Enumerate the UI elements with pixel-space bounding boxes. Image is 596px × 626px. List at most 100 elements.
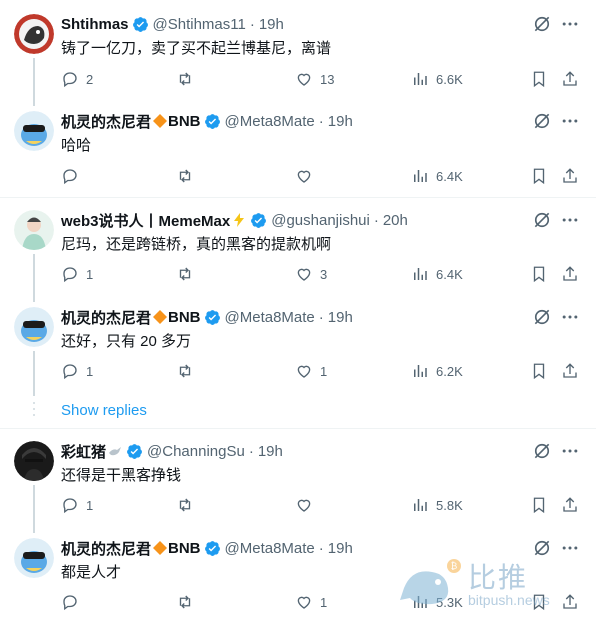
timestamp[interactable]: 19h bbox=[328, 309, 353, 326]
svg-text:₿: ₿ bbox=[451, 561, 458, 571]
avatar[interactable] bbox=[14, 307, 54, 347]
grok-icon[interactable] bbox=[532, 14, 552, 34]
display-name[interactable]: web3说书人丨MemeMax bbox=[61, 210, 230, 231]
display-name[interactable]: Shtihmas bbox=[61, 16, 129, 33]
tweet-header: 机灵的杰尼君 BNB @Meta8Mate · 19h bbox=[61, 111, 353, 131]
retweet-button[interactable] bbox=[176, 69, 201, 89]
user-handle[interactable]: @Meta8Mate bbox=[225, 309, 315, 326]
avatar[interactable] bbox=[14, 210, 54, 250]
more-options-icon[interactable] bbox=[560, 307, 580, 327]
lightning-emoji-icon bbox=[234, 213, 245, 227]
reply-button[interactable]: 1 bbox=[61, 495, 93, 515]
grok-icon[interactable] bbox=[532, 210, 552, 230]
display-name[interactable]: 机灵的杰尼君 bbox=[61, 111, 151, 132]
bookmark-icon bbox=[533, 594, 545, 611]
retweet-button[interactable] bbox=[176, 361, 201, 381]
retweet-button[interactable] bbox=[176, 495, 201, 515]
share-button[interactable] bbox=[561, 361, 586, 381]
avatar[interactable] bbox=[14, 441, 54, 481]
bookmark-icon bbox=[533, 168, 545, 185]
share-button[interactable] bbox=[561, 495, 586, 515]
more-options-icon[interactable] bbox=[560, 210, 580, 230]
bookmark-button[interactable] bbox=[530, 592, 555, 612]
views-button[interactable]: 6.4K bbox=[411, 166, 463, 186]
verified-badge-icon bbox=[127, 443, 142, 459]
verified-badge-icon bbox=[204, 113, 220, 129]
retweet-button[interactable] bbox=[176, 264, 201, 284]
display-name[interactable]: 机灵的杰尼君 bbox=[61, 307, 151, 328]
reply-button[interactable]: 1 bbox=[61, 264, 93, 284]
more-options-icon[interactable] bbox=[560, 14, 580, 34]
timestamp[interactable]: 19h bbox=[328, 540, 353, 557]
timestamp[interactable]: 19h bbox=[258, 443, 283, 460]
display-name[interactable]: 彩虹猪 bbox=[61, 441, 106, 462]
like-button[interactable] bbox=[295, 495, 320, 515]
share-icon bbox=[563, 594, 577, 609]
like-button[interactable]: 3 bbox=[295, 264, 327, 284]
grok-icon[interactable] bbox=[532, 111, 552, 131]
avatar[interactable] bbox=[14, 538, 54, 578]
retweet-icon bbox=[179, 498, 191, 512]
diamond-emoji-icon bbox=[153, 541, 168, 555]
more-options-icon[interactable] bbox=[560, 111, 580, 131]
diamond-emoji-icon bbox=[153, 114, 168, 128]
heart-icon bbox=[297, 268, 311, 281]
views-button[interactable]: 5.8K bbox=[411, 495, 463, 515]
avatar[interactable] bbox=[14, 14, 54, 54]
like-button[interactable]: 1 bbox=[295, 361, 327, 381]
separator-dot: · bbox=[373, 211, 379, 229]
views-button[interactable]: 5.3K bbox=[411, 592, 463, 612]
bookmark-button[interactable] bbox=[530, 166, 555, 186]
show-replies-link[interactable]: Show replies bbox=[61, 402, 147, 419]
share-button[interactable] bbox=[561, 69, 586, 89]
user-handle[interactable]: @ChanningSu bbox=[147, 443, 245, 460]
share-button[interactable] bbox=[561, 592, 586, 612]
retweet-button[interactable] bbox=[176, 592, 201, 612]
retweet-button[interactable] bbox=[176, 166, 201, 186]
bookmark-button[interactable] bbox=[530, 361, 555, 381]
tweet-text: 尼玛，还是跨链桥，真的黑客的提款机啊 bbox=[61, 236, 332, 253]
reply-count: 1 bbox=[86, 497, 94, 513]
tweet-actions: 1 5.8K bbox=[61, 495, 581, 515]
grok-icon[interactable] bbox=[532, 538, 552, 558]
view-count: 6.2K bbox=[436, 363, 463, 379]
timestamp[interactable]: 20h bbox=[383, 212, 408, 229]
share-icon bbox=[563, 497, 577, 512]
bookmark-button[interactable] bbox=[530, 69, 555, 89]
timestamp[interactable]: 19h bbox=[259, 16, 284, 33]
views-button[interactable]: 6.6K bbox=[411, 69, 463, 89]
grok-icon[interactable] bbox=[532, 307, 552, 327]
bookmark-icon bbox=[533, 266, 545, 283]
display-name[interactable]: 机灵的杰尼君 bbox=[61, 538, 151, 559]
tweet-text: 哈哈 bbox=[61, 137, 92, 154]
views-button[interactable]: 6.4K bbox=[411, 264, 463, 284]
like-button[interactable]: 1 bbox=[295, 592, 327, 612]
user-handle[interactable]: @Shtihmas11 bbox=[153, 16, 246, 33]
reply-button[interactable]: 1 bbox=[61, 361, 93, 381]
share-button[interactable] bbox=[561, 166, 586, 186]
like-button[interactable] bbox=[295, 166, 320, 186]
user-handle[interactable]: @gushanjishui bbox=[271, 212, 370, 229]
bookmark-button[interactable] bbox=[530, 495, 555, 515]
more-options-icon[interactable] bbox=[560, 538, 580, 558]
user-handle[interactable]: @Meta8Mate bbox=[225, 540, 315, 557]
reply-button[interactable] bbox=[61, 592, 86, 612]
reply-button[interactable]: 2 bbox=[61, 69, 93, 89]
bookmark-button[interactable] bbox=[530, 264, 555, 284]
heart-icon bbox=[297, 499, 311, 512]
like-button[interactable]: 13 bbox=[295, 69, 334, 89]
verified-badge-icon bbox=[251, 212, 267, 228]
reply-icon bbox=[63, 267, 77, 283]
view-count: 5.8K bbox=[436, 497, 463, 513]
more-options-icon[interactable] bbox=[560, 441, 580, 461]
tweet-header: 机灵的杰尼君 BNB @Meta8Mate · 19h bbox=[61, 538, 353, 558]
grok-icon[interactable] bbox=[532, 441, 552, 461]
user-handle[interactable]: @Meta8Mate bbox=[225, 113, 315, 130]
reply-button[interactable] bbox=[61, 166, 86, 186]
bookmark-icon bbox=[533, 497, 545, 514]
views-button[interactable]: 6.2K bbox=[411, 361, 463, 381]
share-button[interactable] bbox=[561, 264, 586, 284]
timestamp[interactable]: 19h bbox=[328, 113, 353, 130]
avatar[interactable] bbox=[14, 111, 54, 151]
like-count: 13 bbox=[320, 71, 335, 87]
